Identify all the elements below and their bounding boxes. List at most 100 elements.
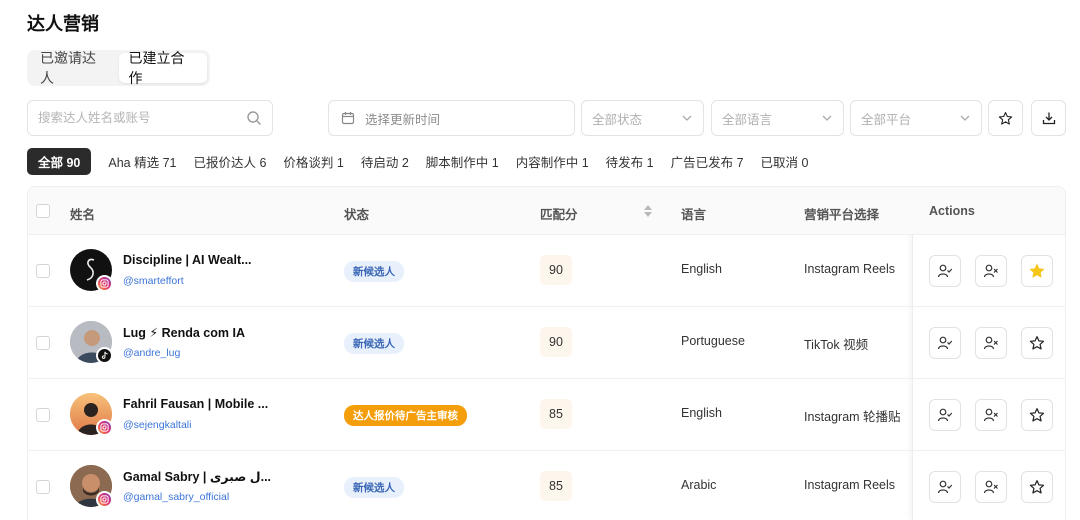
status-badge: 新候选人 [344, 333, 404, 354]
col-language: 语言 [681, 208, 707, 222]
filter-pending-start[interactable]: 待启动 2 [361, 152, 409, 171]
user-check-icon [937, 264, 953, 278]
favorites-button[interactable] [988, 100, 1023, 136]
tiktok-icon [96, 347, 113, 364]
chevron-down-icon [960, 115, 970, 121]
influencer-name[interactable]: Discipline | AI Wealt... [123, 253, 252, 267]
language-cell: Arabic [681, 478, 717, 492]
influencer-handle[interactable]: @sejengkaltali [123, 419, 191, 431]
instagram-icon [96, 419, 113, 436]
filter-pending-publish[interactable]: 待发布 1 [606, 152, 654, 171]
approve-button[interactable] [929, 327, 961, 359]
chevron-down-icon [822, 115, 832, 121]
approve-button[interactable] [929, 471, 961, 503]
tab-switcher: 已邀请达人 已建立合作 [27, 50, 210, 86]
filter-ad-published[interactable]: 广告已发布 7 [671, 152, 744, 171]
star-button[interactable] [1021, 255, 1053, 287]
match-score: 90 [540, 327, 572, 357]
status-select[interactable]: 全部状态 [581, 100, 704, 136]
instagram-icon [96, 491, 113, 508]
sort-icon[interactable] [643, 204, 653, 218]
search-input[interactable] [28, 101, 238, 135]
select-all-checkbox[interactable] [36, 204, 50, 218]
star-button[interactable] [1021, 471, 1053, 503]
table-row[interactable]: Discipline | AI Wealt... @smarteffort 新候… [28, 235, 1065, 307]
search-icon[interactable] [246, 110, 262, 126]
platform-select[interactable]: 全部平台 [850, 100, 982, 136]
table-header: 姓名 状态 匹配分 语言 营销平台选择 Actions [28, 187, 1065, 235]
col-platform: 营销平台选择 [804, 208, 880, 222]
star-button[interactable] [1021, 399, 1053, 431]
col-score[interactable]: 匹配分 [540, 204, 578, 223]
date-placeholder: 选择更新时间 [365, 112, 441, 127]
platform-cell: Instagram Reels [804, 478, 896, 492]
col-status: 状态 [344, 208, 370, 222]
col-actions: Actions [929, 204, 975, 218]
star-filled-icon [1029, 264, 1045, 278]
reject-button[interactable] [975, 399, 1007, 431]
user-check-icon [937, 336, 953, 350]
filter-all[interactable]: 全部 90 [27, 147, 92, 175]
table-row[interactable]: Lug ⚡ Renda com IA @andre_lug 新候选人 90 Po… [28, 307, 1065, 379]
platform-cell: Instagram Reels [804, 262, 896, 276]
language-cell: English [681, 262, 722, 276]
status-badge: 达人报价待广告主审核 [344, 405, 467, 426]
match-score: 90 [540, 255, 572, 285]
match-score: 85 [540, 399, 572, 429]
filter-aha-picks[interactable]: Aha 精选 71 [108, 152, 176, 171]
user-remove-icon [983, 480, 998, 494]
reject-button[interactable] [975, 327, 1007, 359]
user-check-icon [937, 408, 953, 422]
star-icon [1029, 408, 1045, 422]
user-remove-icon [983, 408, 998, 422]
influencer-handle[interactable]: @smarteffort [123, 275, 184, 287]
row-checkbox[interactable] [36, 336, 50, 350]
filter-scripting[interactable]: 脚本制作中 1 [426, 152, 499, 171]
star-icon [1029, 480, 1045, 494]
date-picker[interactable]: 选择更新时间 [328, 100, 575, 136]
influencer-handle[interactable]: @andre_lug [123, 347, 180, 359]
row-checkbox[interactable] [36, 480, 50, 494]
influencer-handle[interactable]: @gamal_sabry_official [123, 491, 229, 503]
row-checkbox[interactable] [36, 408, 50, 422]
calendar-icon [341, 112, 355, 125]
platform-cell: TikTok 视频 [804, 338, 869, 352]
language-cell: Portuguese [681, 334, 745, 348]
influencer-name[interactable]: Fahril Fausan | Mobile ... [123, 397, 268, 411]
reject-button[interactable] [975, 255, 1007, 287]
tab-cooperation[interactable]: 已建立合作 [118, 50, 207, 86]
filter-negotiation[interactable]: 价格谈判 1 [283, 152, 343, 171]
influencer-table: 姓名 状态 匹配分 语言 营销平台选择 Actions Discipline |… [27, 186, 1066, 520]
filter-quoted[interactable]: 已报价达人 6 [193, 152, 266, 171]
download-button[interactable] [1031, 100, 1066, 136]
user-remove-icon [983, 264, 998, 278]
user-check-icon [937, 480, 953, 494]
star-button[interactable] [1021, 327, 1053, 359]
user-remove-icon [983, 336, 998, 350]
status-badge: 新候选人 [344, 261, 404, 282]
status-filter-bar: 全部 90 Aha 精选 71 已报价达人 6 价格谈判 1 待启动 2 脚本制… [27, 147, 825, 175]
chevron-down-icon [682, 115, 692, 121]
col-name: 姓名 [70, 208, 96, 222]
filter-cancelled[interactable]: 已取消 0 [761, 152, 809, 171]
influencer-name[interactable]: Gamal Sabry | ل صبرى... [123, 469, 271, 484]
tab-invited[interactable]: 已邀请达人 [30, 50, 119, 86]
platform-cell: Instagram 轮播贴 [804, 410, 901, 424]
page-title: 达人营销 [27, 14, 99, 34]
instagram-icon [96, 275, 113, 292]
star-icon [998, 111, 1013, 125]
influencer-name[interactable]: Lug ⚡ Renda com IA [123, 325, 245, 340]
language-select[interactable]: 全部语言 [711, 100, 844, 136]
table-row[interactable]: Gamal Sabry | ل صبرى... @gamal_sabry_off… [28, 451, 1065, 520]
language-select-value: 全部语言 [722, 112, 773, 127]
row-checkbox[interactable] [36, 264, 50, 278]
approve-button[interactable] [929, 255, 961, 287]
table-row[interactable]: Fahril Fausan | Mobile ... @sejengkaltal… [28, 379, 1065, 451]
search-box [27, 100, 273, 136]
approve-button[interactable] [929, 399, 961, 431]
reject-button[interactable] [975, 471, 1007, 503]
platform-select-value: 全部平台 [861, 112, 912, 127]
star-icon [1029, 336, 1045, 350]
language-cell: English [681, 406, 722, 420]
filter-content-production[interactable]: 内容制作中 1 [516, 152, 589, 171]
